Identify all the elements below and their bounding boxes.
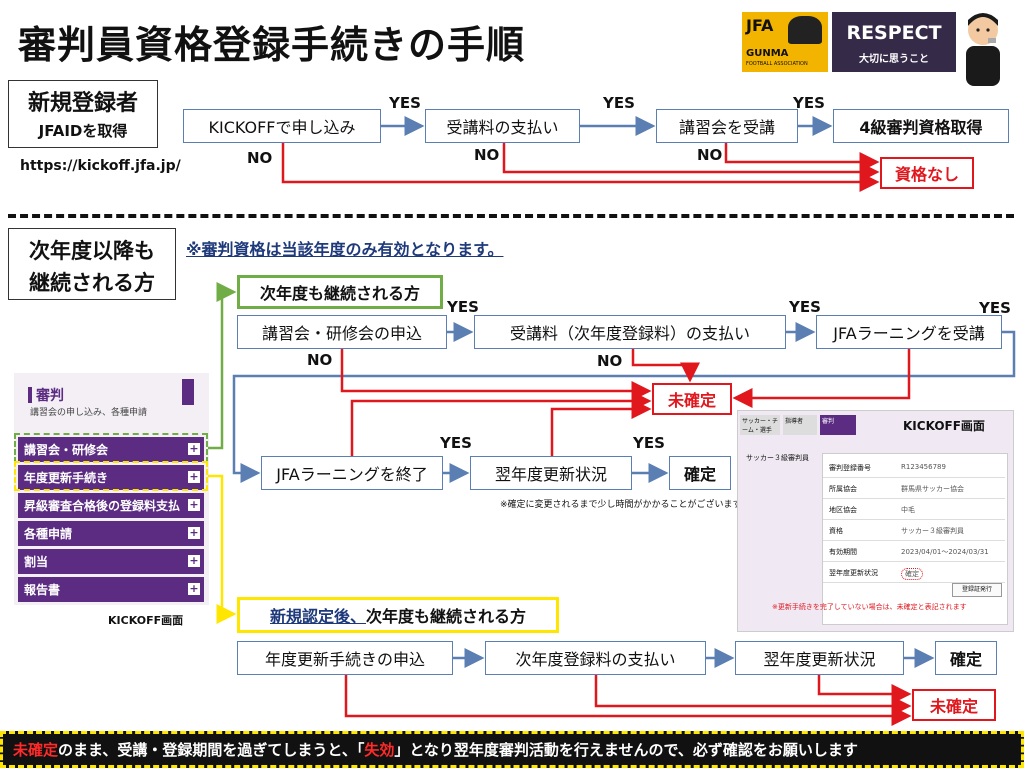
flow-arrows xyxy=(208,116,1016,726)
warning-banner: 未確定 のまま、受講・登録期間を過ぎてしまうと、「 失効 」となり翌年度審判活動を行え… xyxy=(0,731,1024,768)
warning-text-1: のまま、受講・登録期間を過ぎてしまうと、「 xyxy=(58,741,365,759)
warning-text-2: 」となり翌年度審判活動を行えませんので、必ず確認をお願いします xyxy=(394,741,858,759)
warning-pending: 未確定 xyxy=(13,741,59,759)
warning-expire: 失効 xyxy=(364,741,395,759)
